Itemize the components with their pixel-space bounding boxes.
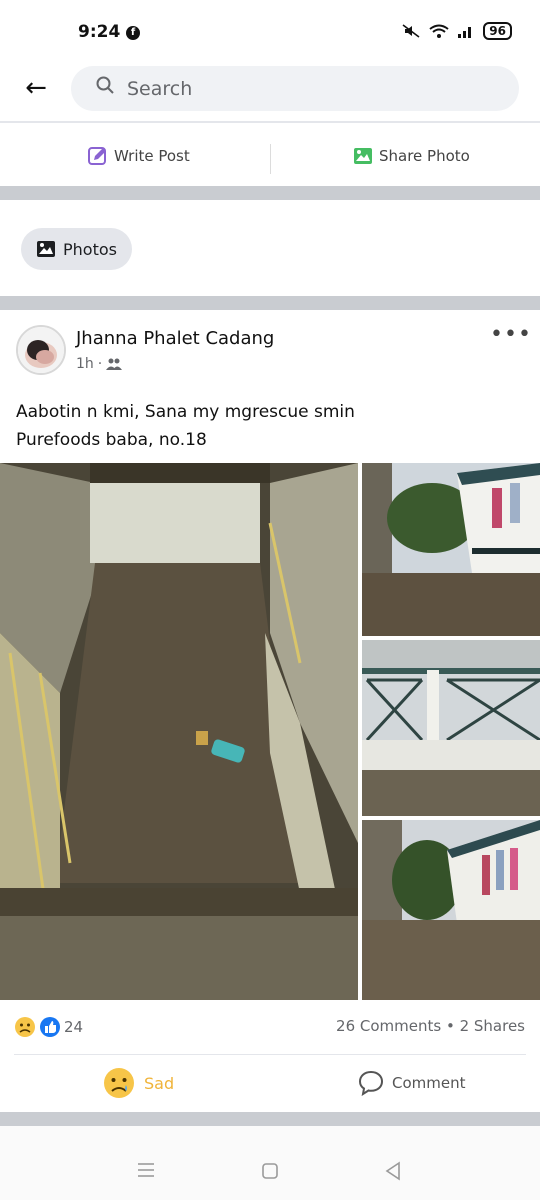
facebook-status-icon: f <box>126 26 140 40</box>
post-photo-flooded-building[interactable] <box>362 463 540 636</box>
photos-chip-label: Photos <box>63 239 117 259</box>
sad-reaction-icon <box>15 1017 35 1037</box>
back-nav-icon[interactable] <box>383 1161 403 1181</box>
like-reaction-icon <box>40 1017 60 1037</box>
write-post-label: Write Post <box>114 147 190 165</box>
post-meta: 1h · <box>76 356 123 372</box>
search-icon <box>96 76 114 94</box>
status-time: 9:24 <box>78 22 121 42</box>
signal-icon <box>458 27 472 38</box>
divider <box>0 121 540 123</box>
section-separator <box>0 1112 540 1126</box>
author-name[interactable]: Jhanna Phalet Cadang <box>76 328 274 349</box>
comment-label: Comment <box>392 1074 466 1092</box>
share-photo-label: Share Photo <box>379 147 470 165</box>
divider <box>14 1054 526 1055</box>
post-photo-flooded-hallway[interactable] <box>362 820 540 1000</box>
post-time: 1h <box>76 356 94 372</box>
reaction-count: 24 <box>64 1018 84 1036</box>
post-photo-balcony-railing[interactable] <box>362 640 540 816</box>
comments-shares-stats[interactable]: 26 Comments • 2 Shares <box>336 1017 525 1035</box>
share-photo-button[interactable]: Share Photo <box>353 146 470 166</box>
section-separator <box>0 296 540 310</box>
photos-chip[interactable]: Photos <box>21 228 132 270</box>
battery-indicator: 96 <box>483 22 512 40</box>
sad-reaction-button[interactable]: Sad <box>102 1066 174 1100</box>
author-avatar[interactable] <box>16 325 66 375</box>
photo-icon <box>354 148 372 164</box>
friends-icon <box>106 358 123 370</box>
comment-icon <box>358 1070 384 1096</box>
post-text: Aabotin n kmi, Sana my mgrescue smin Pur… <box>16 402 355 450</box>
reaction-summary[interactable]: 24 <box>14 1016 83 1038</box>
section-separator <box>0 186 540 200</box>
write-post-button[interactable]: Write Post <box>88 146 190 166</box>
back-arrow-icon[interactable]: ← <box>20 72 52 104</box>
more-options-icon[interactable]: ••• <box>490 322 532 347</box>
mute-icon <box>402 24 420 38</box>
menu-icon[interactable] <box>136 1161 156 1179</box>
comment-button[interactable]: Comment <box>358 1070 466 1096</box>
search-placeholder: Search <box>127 78 193 100</box>
edit-icon <box>88 147 106 165</box>
divider <box>270 144 271 174</box>
wifi-icon <box>429 24 449 38</box>
status-icons: 96 <box>401 22 512 40</box>
photos-icon <box>37 241 55 257</box>
sad-face-icon <box>104 1068 134 1098</box>
home-icon[interactable] <box>261 1162 279 1180</box>
sad-label: Sad <box>144 1073 175 1093</box>
post-photo-stairs[interactable] <box>0 463 358 1000</box>
